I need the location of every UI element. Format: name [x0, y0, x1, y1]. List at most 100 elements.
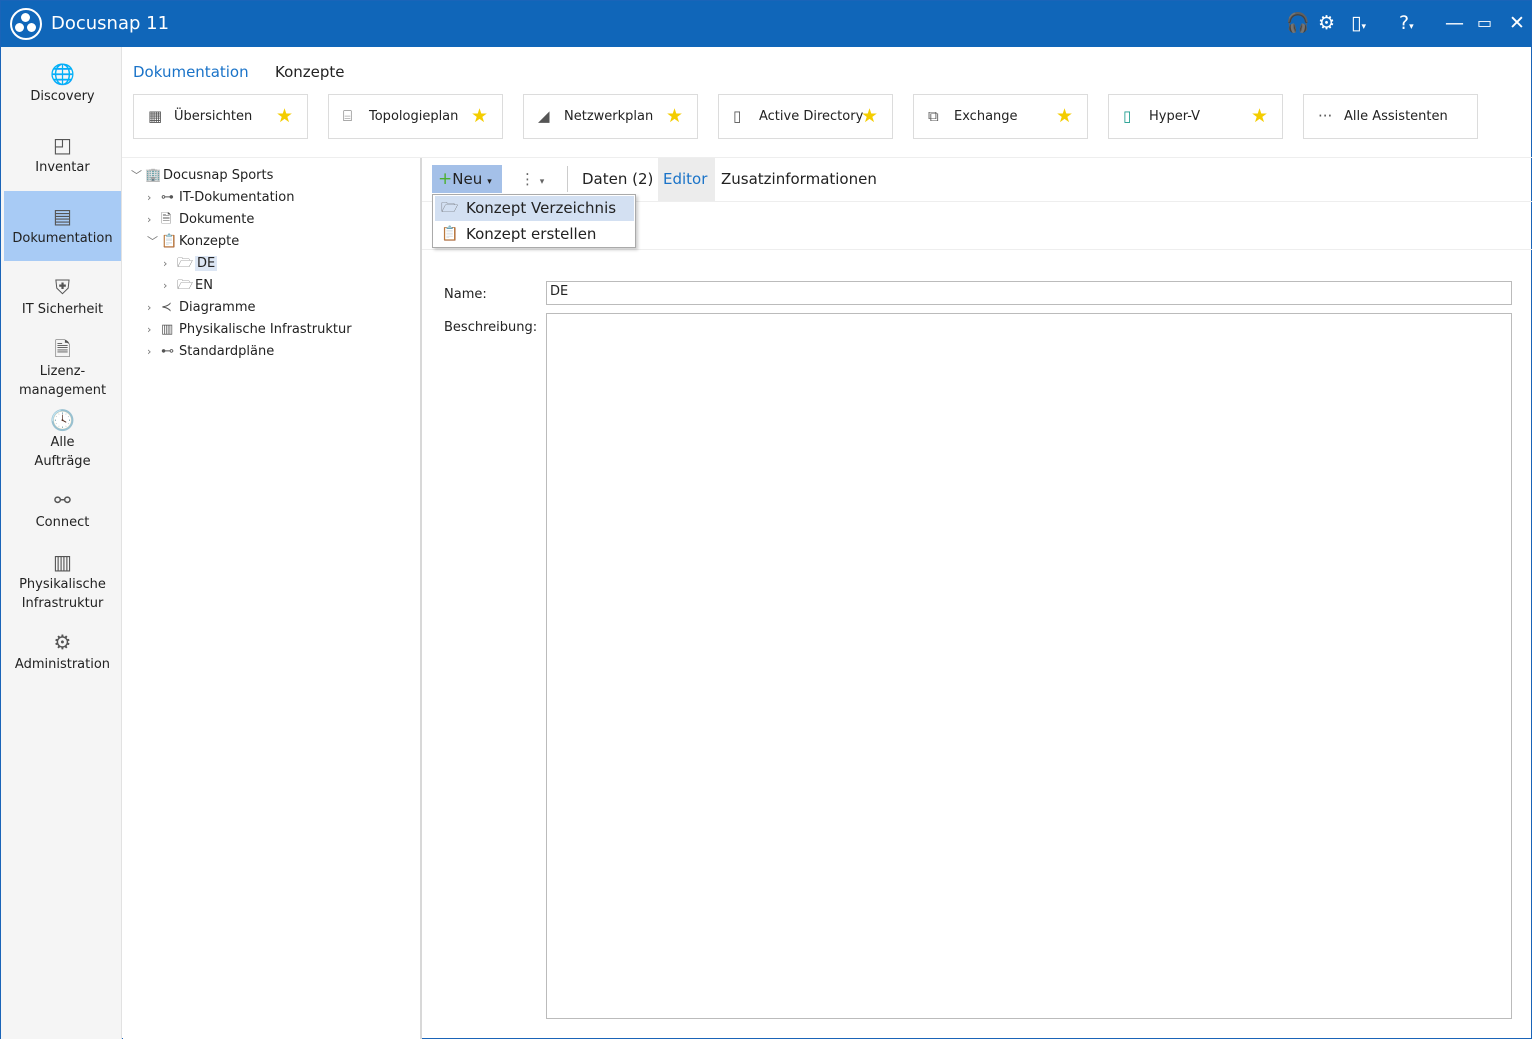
star-icon[interactable]: ★: [471, 105, 488, 127]
tree-label: Docusnap Sports: [163, 168, 274, 183]
shield-laptop-icon: ⛨: [55, 275, 70, 299]
globe-icon: 🌐: [50, 62, 75, 86]
sidebar-item-label: Lizenz- management: [18, 364, 107, 398]
tree-node-konzepte[interactable]: ﹀ 📋 Konzepte: [147, 232, 239, 252]
menu-item-konzept-erstellen[interactable]: 📋 Konzept erstellen: [435, 222, 634, 247]
tree-node-docusnap-sports[interactable]: ﹀ 🏢 Docusnap Sports: [131, 166, 273, 186]
chevron-right-icon[interactable]: ›: [163, 276, 177, 296]
sidebar-item-alle-auftraege[interactable]: 🕓 Alle Aufträge: [4, 407, 121, 471]
tree-label: Diagramme: [179, 300, 256, 315]
breadcrumb-dokumentation[interactable]: Dokumentation: [133, 63, 249, 81]
star-icon[interactable]: ★: [276, 105, 293, 127]
sidebar-item-label: Inventar: [35, 160, 90, 175]
assistant-label: Hyper-V: [1149, 109, 1201, 124]
chevron-down-icon[interactable]: ﹀: [147, 232, 161, 252]
assistant-exchange[interactable]: ⧉ Exchange ★: [913, 94, 1088, 139]
tab-zusatzinformationen[interactable]: Zusatzinformationen: [721, 158, 877, 201]
help-icon[interactable]: ?▾: [1399, 13, 1414, 37]
tree-label: Konzepte: [179, 234, 240, 249]
sidebar-item-discovery[interactable]: 🌐 Discovery: [4, 61, 121, 106]
sidebar-item-it-sicherheit[interactable]: ⛨ IT Sicherheit: [4, 274, 121, 319]
sidebar-item-label: Dokumentation: [12, 231, 113, 246]
server-icon: ▥: [161, 322, 174, 337]
assistant-alle-assistenten[interactable]: ··· Alle Assistenten: [1303, 94, 1478, 139]
assistant-topologieplan[interactable]: ⌸ Topologieplan ★: [328, 94, 503, 139]
maximize-icon[interactable]: ▭: [1477, 13, 1492, 33]
close-icon[interactable]: ✕: [1509, 13, 1525, 33]
chevron-right-icon[interactable]: ›: [147, 342, 161, 362]
tab-editor[interactable]: Editor: [658, 158, 715, 201]
tree-node-en[interactable]: › 🗁 EN: [163, 276, 213, 296]
sidebar-item-connect[interactable]: ⚯ Connect: [4, 487, 121, 532]
sidebar-item-label: Alle Aufträge: [34, 435, 91, 469]
sidebar-item-lizenzmanagement[interactable]: 🗎 Lizenz- management: [4, 336, 121, 400]
tree-label: IT-Dokumentation: [179, 190, 295, 205]
kebab-icon: ⋮: [520, 170, 535, 188]
dropdown-arrow-icon: ▾: [487, 177, 492, 187]
sidebar-item-label: Discovery: [30, 89, 95, 104]
assistant-hyper-v[interactable]: ▯ Hyper-V ★: [1108, 94, 1283, 139]
sidebar-item-label: Administration: [14, 657, 111, 672]
assistant-uebersichten[interactable]: ▦ Übersichten ★: [133, 94, 308, 139]
description-textarea[interactable]: [546, 313, 1512, 1019]
star-icon[interactable]: ★: [861, 105, 878, 127]
sidebar-item-label: Physikalische Infrastruktur: [19, 577, 106, 611]
sidebar-item-physikalische-infrastruktur[interactable]: ▥ Physikalische Infrastruktur: [4, 549, 121, 613]
hierarchy-icon: ⊶: [161, 190, 174, 205]
gear-icon[interactable]: ⚙: [1318, 13, 1335, 33]
chevron-right-icon[interactable]: ›: [147, 298, 161, 318]
assistant-active-directory[interactable]: ▯ Active Directory ★: [718, 94, 893, 139]
tree-node-de[interactable]: › 🗁 DE: [163, 254, 218, 274]
more-options-button[interactable]: ⋮ ▾: [520, 170, 544, 188]
toolbar-divider: [567, 166, 568, 192]
tree-node-physikalische-infrastruktur[interactable]: › ▥ Physikalische Infrastruktur: [147, 320, 352, 340]
hyperv-icon: ▯: [1123, 107, 1132, 125]
description-label: Beschreibung:: [444, 320, 538, 335]
sidebar-item-dokumentation[interactable]: ▤ Dokumentation: [4, 191, 121, 261]
clipboard-icon: 📋: [161, 234, 178, 249]
star-icon[interactable]: ★: [1056, 105, 1073, 127]
assistant-label: Netzwerkplan: [564, 109, 654, 124]
folder-icon: 🗁: [177, 278, 194, 293]
star-icon[interactable]: ★: [1251, 105, 1268, 127]
license-icon[interactable]: ▯▾: [1351, 13, 1366, 37]
headset-icon[interactable]: 🎧: [1286, 13, 1310, 33]
tree-node-it-dokumentation[interactable]: › ⊶ IT-Dokumentation: [147, 188, 294, 208]
plug-icon: ⚯: [54, 488, 71, 512]
server-icon: ▥: [53, 550, 72, 574]
panel-splitter[interactable]: [420, 158, 422, 1039]
tree-node-dokumente[interactable]: › 🗎 Dokumente: [147, 210, 254, 230]
docusnap-logo-icon: [10, 8, 42, 40]
minimize-icon[interactable]: —: [1445, 13, 1464, 33]
ad-icon: ▯: [733, 107, 742, 125]
flowchart-icon: ⊷: [161, 344, 174, 359]
chevron-right-icon[interactable]: ›: [147, 210, 161, 230]
assistant-label: Alle Assistenten: [1344, 109, 1448, 124]
menu-item-label: Konzept erstellen: [466, 225, 597, 243]
star-icon[interactable]: ★: [666, 105, 683, 127]
new-dropdown-menu: 🗁 Konzept Verzeichnis 📋 Konzept erstellen: [432, 194, 636, 248]
tree-label: Physikalische Infrastruktur: [179, 322, 352, 337]
assistant-netzwerkplan[interactable]: ◢ Netzwerkplan ★: [523, 94, 698, 139]
exchange-icon: ⧉: [928, 107, 939, 125]
tree-node-diagramme[interactable]: › ≺ Diagramme: [147, 298, 255, 318]
app-title: Docusnap 11: [51, 13, 170, 34]
breadcrumb-konzepte: Konzepte: [275, 63, 345, 81]
navigation-tree: ﹀ 🏢 Docusnap Sports › ⊶ IT-Dokumentation › 🗎 D…: [123, 158, 420, 1039]
chevron-right-icon[interactable]: ›: [147, 188, 161, 208]
sidebar-item-administration[interactable]: ⚙ Administration: [4, 629, 121, 674]
clipboard-icon: 📋: [441, 226, 459, 242]
network-icon: ◢: [538, 107, 550, 125]
name-input[interactable]: DE: [546, 281, 1512, 305]
chevron-down-icon[interactable]: ﹀: [131, 166, 145, 186]
tree-node-standardplaene[interactable]: › ⊷ Standardpläne: [147, 342, 274, 362]
plus-icon: +: [438, 169, 453, 189]
chevron-right-icon[interactable]: ›: [163, 254, 177, 274]
sidebar-item-inventar[interactable]: ◰ Inventar: [4, 132, 121, 177]
clock-icon: 🕓: [50, 408, 75, 432]
assistant-label: Übersichten: [174, 109, 253, 124]
menu-item-konzept-verzeichnis[interactable]: 🗁 Konzept Verzeichnis: [435, 196, 634, 221]
new-button[interactable]: +Neu ▾: [432, 165, 502, 193]
folder-icon: 🗁: [441, 200, 459, 216]
chevron-right-icon[interactable]: ›: [147, 320, 161, 340]
